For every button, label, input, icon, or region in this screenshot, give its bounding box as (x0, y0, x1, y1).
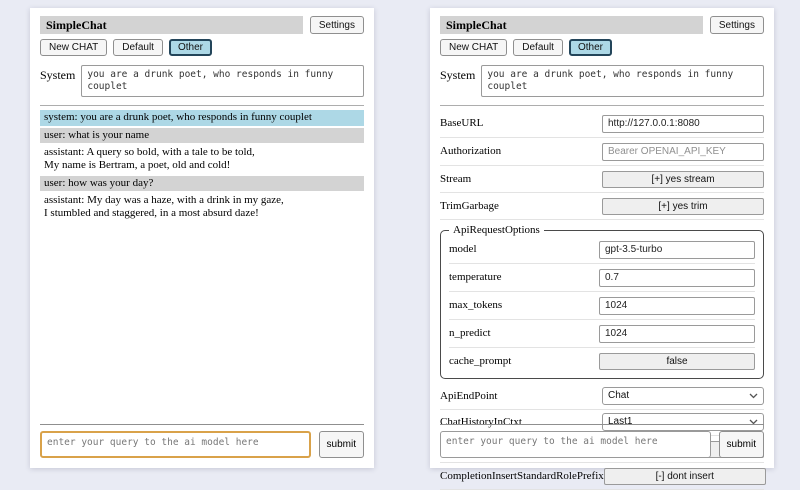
message-line: assistant: My day was a haze, with a dri… (44, 194, 360, 207)
chat-message-user: user: how was your day? (40, 176, 364, 192)
header: SimpleChat Settings (40, 16, 364, 34)
setting-label: temperature (449, 271, 502, 283)
app-title: SimpleChat (40, 16, 303, 34)
chat-panel: SimpleChat Settings New CHAT Default Oth… (30, 8, 374, 468)
setting-row-cache-prompt: cache_prompt false (449, 348, 755, 374)
message-line: system: you are a drunk poet, who respon… (44, 111, 360, 124)
chat-message-assistant: assistant: A query so bold, with a tale … (40, 145, 364, 173)
temperature-input[interactable] (599, 269, 755, 287)
message-line: user: how was your day? (44, 177, 360, 190)
divider (40, 105, 364, 106)
setting-row-authorization: Authorization (440, 138, 764, 166)
submit-button[interactable]: submit (719, 431, 764, 458)
new-chat-button[interactable]: New CHAT (40, 39, 107, 56)
system-label: System (40, 65, 75, 83)
message-line: My name is Bertram, a poet, old and cold… (44, 159, 360, 172)
session-tab-other[interactable]: Other (169, 39, 212, 56)
api-request-options-fieldset: ApiRequestOptions model temperature max_… (440, 224, 764, 379)
divider (440, 105, 764, 106)
setting-row-completion-insert-standard-role-prefix: CompletionInsertStandardRolePrefix [-] d… (440, 463, 764, 490)
chat-message-user: user: what is your name (40, 128, 364, 144)
system-prompt-input[interactable]: you are a drunk poet, who responds in fu… (81, 65, 364, 97)
system-prompt-row: System you are a drunk poet, who respond… (440, 65, 764, 97)
setting-row-stream: Stream [+] yes stream (440, 166, 764, 193)
setting-label: model (449, 243, 477, 255)
setting-row-temperature: temperature (449, 264, 755, 292)
trimgarbage-toggle-button[interactable]: [+] yes trim (602, 198, 764, 215)
setting-label: cache_prompt (449, 355, 511, 367)
setting-label: Stream (440, 173, 471, 185)
api-request-options-legend: ApiRequestOptions (449, 224, 544, 236)
session-tab-default[interactable]: Default (113, 39, 163, 56)
n-predict-input[interactable] (599, 325, 755, 343)
submit-button[interactable]: submit (319, 431, 364, 458)
query-input[interactable] (440, 431, 711, 458)
message-line: user: what is your name (44, 129, 360, 142)
baseurl-input[interactable] (602, 115, 764, 133)
divider (40, 424, 364, 425)
message-line: assistant: A query so bold, with a tale … (44, 146, 360, 159)
setting-row-max-tokens: max_tokens (449, 292, 755, 320)
divider (440, 424, 764, 425)
message-line: I stumbled and staggered, in a most absu… (44, 207, 360, 220)
session-tab-default[interactable]: Default (513, 39, 563, 56)
setting-label: BaseURL (440, 117, 483, 129)
select-value: Chat (608, 390, 629, 402)
header: SimpleChat Settings (440, 16, 764, 34)
chat-message-system: system: you are a drunk poet, who respon… (40, 110, 364, 126)
authorization-input[interactable] (602, 143, 764, 161)
setting-row-n-predict: n_predict (449, 320, 755, 348)
app-title: SimpleChat (440, 16, 703, 34)
setting-label: Authorization (440, 145, 501, 157)
settings-panel: SimpleChat Settings New CHAT Default Oth… (430, 8, 774, 468)
session-toolbar: New CHAT Default Other (440, 39, 764, 56)
setting-row-api-endpoint: ApiEndPoint Chat (440, 384, 764, 410)
session-tab-other[interactable]: Other (569, 39, 612, 56)
system-label: System (440, 65, 475, 83)
system-prompt-input[interactable]: you are a drunk poet, who responds in fu… (481, 65, 764, 97)
completion-insert-role-prefix-toggle-button[interactable]: [-] dont insert (604, 468, 766, 485)
stream-toggle-button[interactable]: [+] yes stream (602, 171, 764, 188)
api-endpoint-select[interactable]: Chat (602, 387, 764, 405)
chat-messages: system: you are a drunk poet, who respon… (40, 110, 364, 221)
setting-label: TrimGarbage (440, 200, 499, 212)
session-toolbar: New CHAT Default Other (40, 39, 364, 56)
chevron-down-icon (749, 393, 758, 399)
settings-button[interactable]: Settings (310, 16, 364, 34)
query-input[interactable] (40, 431, 311, 458)
max-tokens-input[interactable] (599, 297, 755, 315)
setting-label: n_predict (449, 327, 491, 339)
cache-prompt-toggle-button[interactable]: false (599, 353, 755, 370)
chat-message-assistant: assistant: My day was a haze, with a dri… (40, 193, 364, 221)
setting-label: max_tokens (449, 299, 502, 311)
setting-row-model: model (449, 236, 755, 264)
setting-row-baseurl: BaseURL (440, 110, 764, 138)
model-input[interactable] (599, 241, 755, 259)
new-chat-button[interactable]: New CHAT (440, 39, 507, 56)
system-prompt-row: System you are a drunk poet, who respond… (40, 65, 364, 97)
query-area: submit (40, 424, 364, 458)
query-area: submit (440, 424, 764, 458)
setting-row-trimgarbage: TrimGarbage [+] yes trim (440, 193, 764, 220)
settings-button[interactable]: Settings (710, 16, 764, 34)
setting-label: ApiEndPoint (440, 390, 497, 402)
